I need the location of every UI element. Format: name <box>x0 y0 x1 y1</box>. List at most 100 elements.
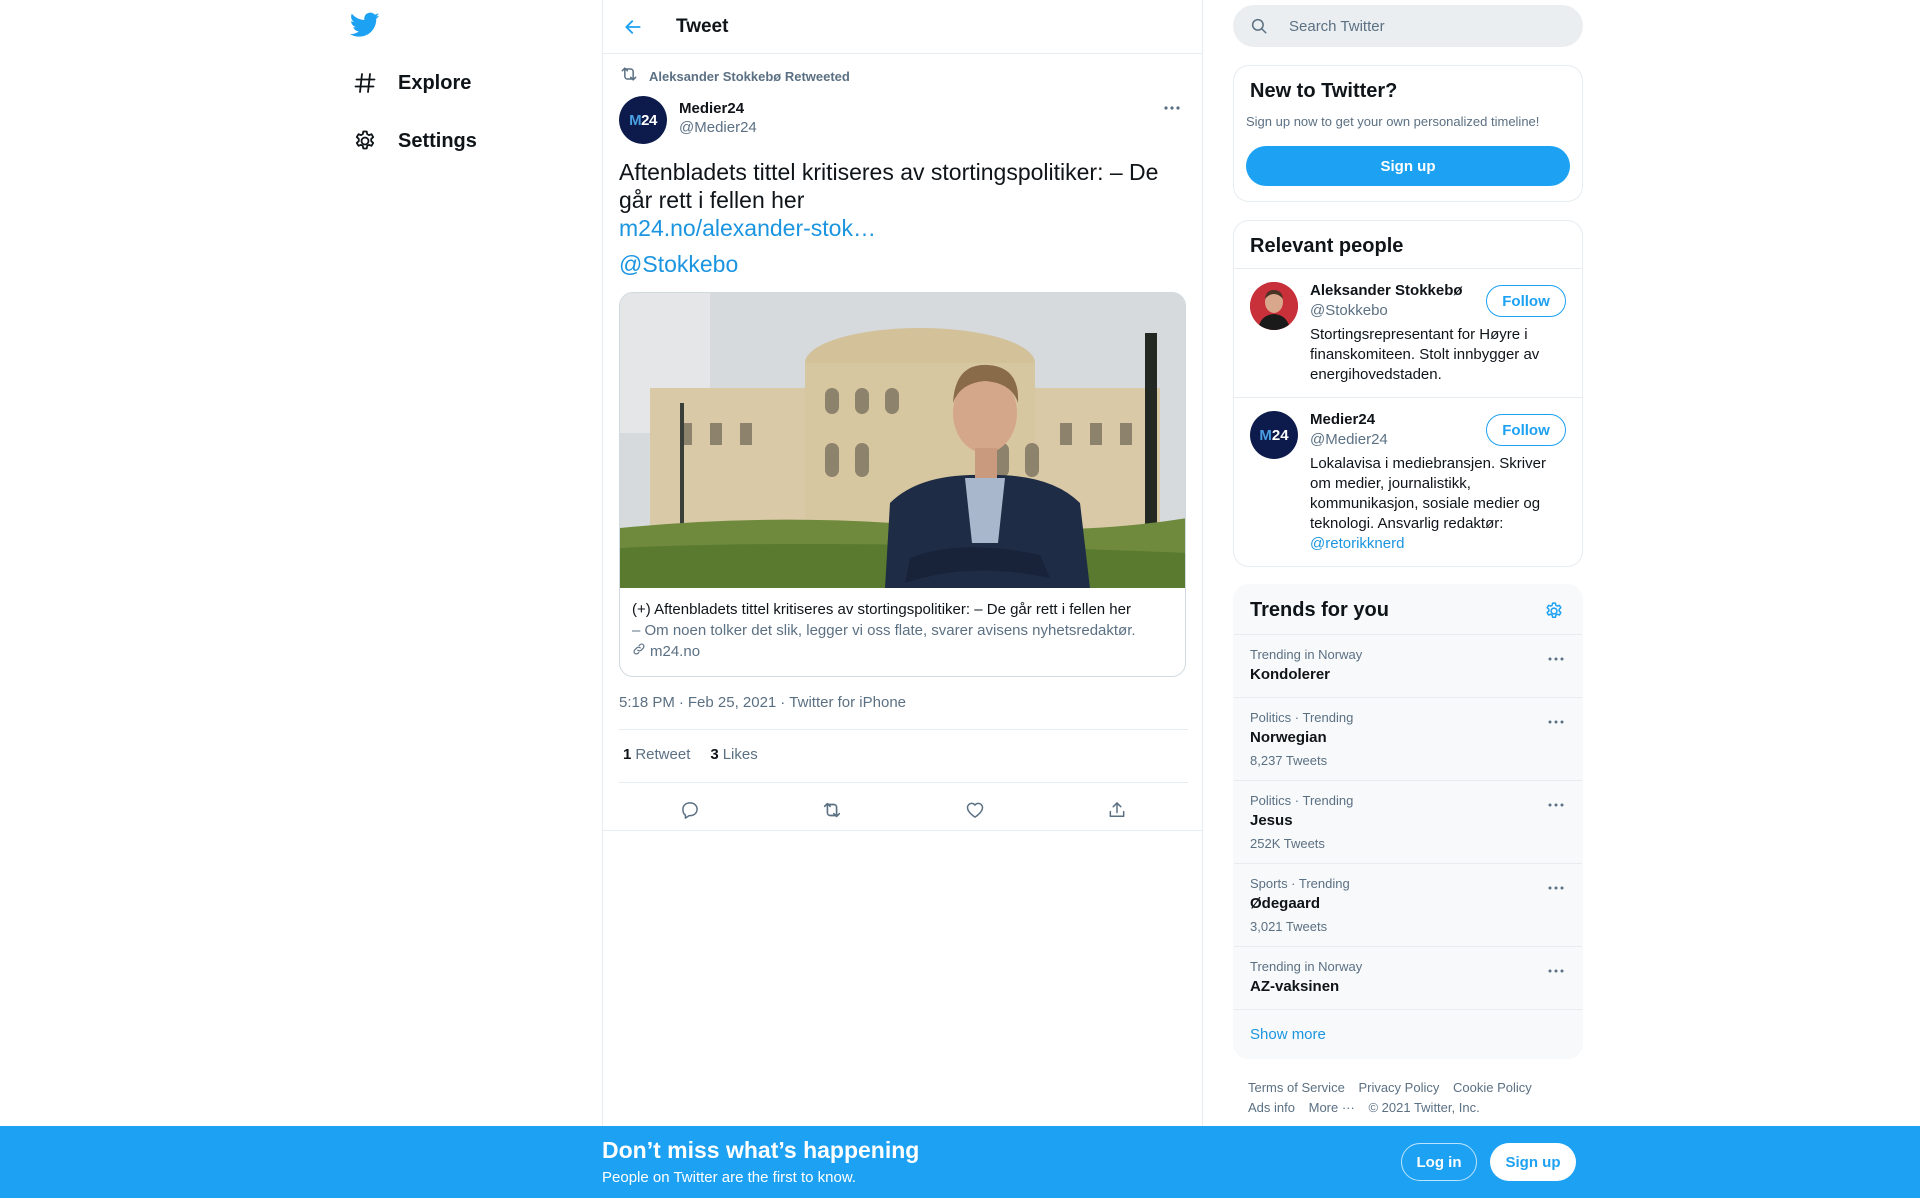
hashtag-icon <box>352 70 378 96</box>
trend-count: 8,237 Tweets <box>1250 753 1328 768</box>
page-title: Tweet <box>676 16 729 37</box>
avatar-logo-text: M <box>1259 426 1272 444</box>
likes-stat[interactable]: 3 Likes <box>710 746 757 763</box>
trend-item[interactable]: Trending in Norway AZ-vaksinen <box>1234 946 1582 1009</box>
tweet-date[interactable]: Feb 25, 2021 <box>688 694 776 711</box>
like-heart-icon[interactable] <box>957 792 993 828</box>
avatar[interactable]: M 24 <box>1250 411 1298 459</box>
copyright: © 2021 Twitter, Inc. <box>1368 1100 1480 1115</box>
trend-name: Kondolerer <box>1250 666 1331 683</box>
trend-count: 3,021 Tweets <box>1250 919 1328 934</box>
trend-context: Sports · Trending <box>1250 876 1350 891</box>
more-options-icon[interactable] <box>1544 963 1568 979</box>
tweet-link[interactable]: m24.no/alexander-stok… <box>619 214 1187 242</box>
ads-info-link[interactable]: Ads info <box>1248 1100 1295 1115</box>
retweet-icon[interactable] <box>814 792 850 828</box>
more-options-icon[interactable] <box>1158 98 1186 118</box>
person-bio-text: Stortingsrepresentant for Høyre i finans… <box>1310 326 1540 383</box>
follow-button[interactable]: Follow <box>1486 414 1566 446</box>
trend-item[interactable]: Politics · Trending Jesus 252K Tweets <box>1234 780 1582 863</box>
twitter-bird-icon[interactable] <box>349 12 382 40</box>
divider <box>619 782 1188 783</box>
link-icon <box>632 642 646 660</box>
divider <box>619 729 1188 730</box>
person-row[interactable]: Aleksander Stokkebø @Stokkebo Follow Sto… <box>1234 268 1582 397</box>
more-options-icon[interactable] <box>1544 797 1568 813</box>
nav-item-explore[interactable]: Explore <box>352 61 471 105</box>
search-input[interactable] <box>1289 17 1549 35</box>
search-box[interactable] <box>1233 5 1583 47</box>
person-handle[interactable]: @Stokkebo <box>1310 302 1388 319</box>
person-bio-text: Lokalavisa i mediebransjen. Skriver om m… <box>1310 455 1546 532</box>
tweet-body: Aftenbladets tittel kritiseres av storti… <box>619 159 1159 213</box>
tweet-mention[interactable]: @Stokkebo <box>619 251 738 278</box>
author-name[interactable]: Medier24 <box>679 100 757 117</box>
tweet-stats: 1 Retweet 3 Likes <box>623 746 778 763</box>
person-name[interactable]: Aleksander Stokkebø <box>1310 282 1463 299</box>
gear-icon[interactable] <box>1542 599 1566 623</box>
link-card[interactable]: (+) Aftenbladets tittel kritiseres av st… <box>619 292 1186 677</box>
follow-button[interactable]: Follow <box>1486 285 1566 317</box>
person-name[interactable]: Medier24 <box>1310 411 1375 428</box>
panel-title: Relevant people <box>1250 235 1404 257</box>
tweet-author[interactable]: M 24 Medier24 @Medier24 <box>619 96 757 144</box>
new-to-twitter-panel: New to Twitter? Sign up now to get your … <box>1233 65 1583 202</box>
trend-count: 252K Tweets <box>1250 836 1325 851</box>
nav-item-settings[interactable]: Settings <box>352 119 477 163</box>
trend-name: Ødegaard <box>1250 895 1321 912</box>
login-button[interactable]: Log in <box>1401 1143 1477 1181</box>
signup-button[interactable]: Sign up <box>1490 1143 1576 1181</box>
retweet-context: Aleksander Stokkebø Retweeted <box>619 64 850 89</box>
share-icon[interactable] <box>1099 792 1135 828</box>
card-title: (+) Aftenbladets tittel kritiseres av st… <box>632 601 1131 618</box>
more-options-icon[interactable] <box>1544 880 1568 896</box>
signup-button[interactable]: Sign up <box>1246 146 1570 186</box>
show-more-row[interactable]: Show more <box>1234 1009 1582 1058</box>
tweet-time[interactable]: 5:18 PM <box>619 694 675 711</box>
trend-name: Jesus <box>1250 812 1293 829</box>
panel-title: New to Twitter? <box>1250 80 1398 102</box>
footer-links: Terms of Service Privacy Policy Cookie P… <box>1248 1078 1568 1118</box>
trend-item[interactable]: Trending in Norway Kondolerer <box>1234 634 1582 697</box>
likes-label: Likes <box>722 746 758 763</box>
divider <box>603 830 1203 831</box>
reply-icon[interactable] <box>672 792 708 828</box>
card-domain-text: m24.no <box>650 642 701 660</box>
trend-item[interactable]: Sports · Trending Ødegaard 3,021 Tweets <box>1234 863 1582 946</box>
card-description: – Om noen tolker det slik, legger vi oss… <box>632 622 1136 639</box>
trend-item[interactable]: Politics · Trending Norwegian 8,237 Twee… <box>1234 697 1582 780</box>
card-domain: m24.no <box>632 642 1173 660</box>
more-options-icon[interactable] <box>1544 651 1568 667</box>
retweets-stat[interactable]: 1 Retweet <box>623 746 690 763</box>
person-row[interactable]: M 24 Medier24 @Medier24 Follow Lokalavisa… <box>1234 397 1582 566</box>
trend-context: Trending in Norway <box>1250 959 1363 974</box>
likes-count: 3 <box>710 746 719 763</box>
person-handle[interactable]: @Medier24 <box>1310 431 1388 448</box>
search-icon <box>1249 16 1269 36</box>
person-bio: Lokalavisa i mediebransjen. Skriver om m… <box>1310 454 1550 554</box>
privacy-link[interactable]: Privacy Policy <box>1358 1080 1439 1095</box>
more-options-icon[interactable] <box>1544 714 1568 730</box>
gear-icon <box>352 128 378 154</box>
bio-mention-link[interactable]: @retorikknerd <box>1310 535 1404 552</box>
panel-subtitle: Sign up now to get your own personalized… <box>1246 114 1540 129</box>
more-link[interactable]: More ··· <box>1309 1100 1355 1115</box>
prompt-title: Don’t miss what’s happening <box>602 1137 920 1163</box>
show-more-link[interactable]: Show more <box>1250 1026 1326 1043</box>
nav-item-label: Explore <box>398 71 472 94</box>
tweet-source[interactable]: Twitter for iPhone <box>789 694 906 711</box>
retweets-count: 1 <box>623 746 632 763</box>
trend-context: Politics · Trending <box>1250 710 1354 725</box>
avatar-logo-number: 24 <box>1271 426 1289 444</box>
retweet-context-label[interactable]: Aleksander Stokkebø Retweeted <box>649 69 850 84</box>
panel-title: Trends for you <box>1250 599 1389 621</box>
avatar[interactable] <box>1250 282 1298 330</box>
retweets-label: Retweet <box>635 746 691 763</box>
author-handle[interactable]: @Medier24 <box>679 119 757 136</box>
trend-context: Politics · Trending <box>1250 793 1354 808</box>
cookie-link[interactable]: Cookie Policy <box>1453 1080 1532 1095</box>
arrow-left-icon[interactable] <box>619 13 647 41</box>
terms-link[interactable]: Terms of Service <box>1248 1080 1345 1095</box>
trend-name: Norwegian <box>1250 729 1327 746</box>
avatar[interactable]: M 24 <box>619 96 667 144</box>
